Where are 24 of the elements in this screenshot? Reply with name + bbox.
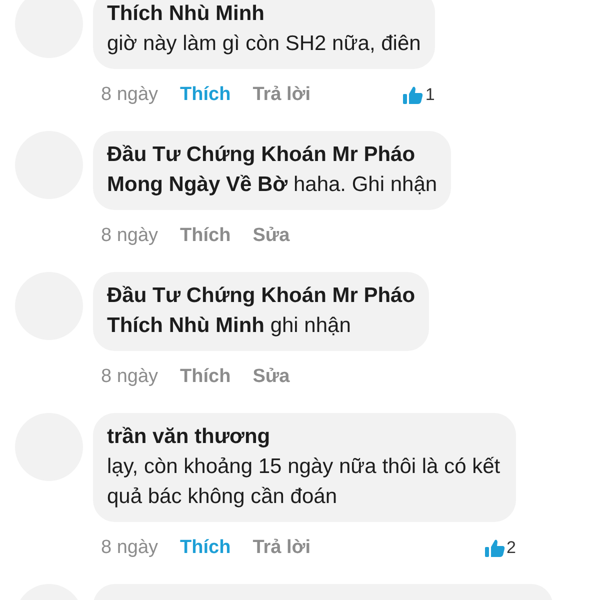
reply-link[interactable]: Trả lời [252,537,311,559]
thumbs-up-icon [484,539,505,557]
like-link[interactable]: Thích [180,84,231,106]
comment-text: Mong Ngày Về Bờ haha. Ghi nhận [107,172,438,198]
comment-text: Thích Nhù Minh ghi nhận [107,313,352,339]
like-link[interactable]: Thích [180,537,231,559]
comment-text: giờ này làm gì còn SH2 nữa, điên [107,31,421,57]
comment-author[interactable]: Đầu Tư Chứng Khoán Mr Pháo [107,140,438,170]
like-count: 2 [506,538,516,558]
like-link[interactable]: Thích [180,225,231,247]
thumbs-up-icon [403,86,424,104]
comment-author[interactable]: Đầu Tư Chứng Khoán Mr Pháo [107,281,416,311]
comment-time: 8 ngày [101,225,158,247]
comment-author[interactable]: trần văn thương [107,422,502,452]
reply-link[interactable]: Sửa [252,366,290,388]
reply-link[interactable]: Trả lời [252,84,311,106]
like-link[interactable]: Thích [180,366,231,388]
comment-time: 8 ngày [101,84,158,106]
like-count: 1 [425,85,435,105]
comment-time: 8 ngày [101,366,158,388]
comment-author[interactable]: Thích Nhù Minh [107,0,421,29]
comment-text: lạy, còn khoảng 15 ngày nữa thôi là có kết quả bác không cần đoán [107,454,502,510]
reply-link[interactable]: Sửa [252,225,290,247]
comment-time: 8 ngày [101,537,158,559]
